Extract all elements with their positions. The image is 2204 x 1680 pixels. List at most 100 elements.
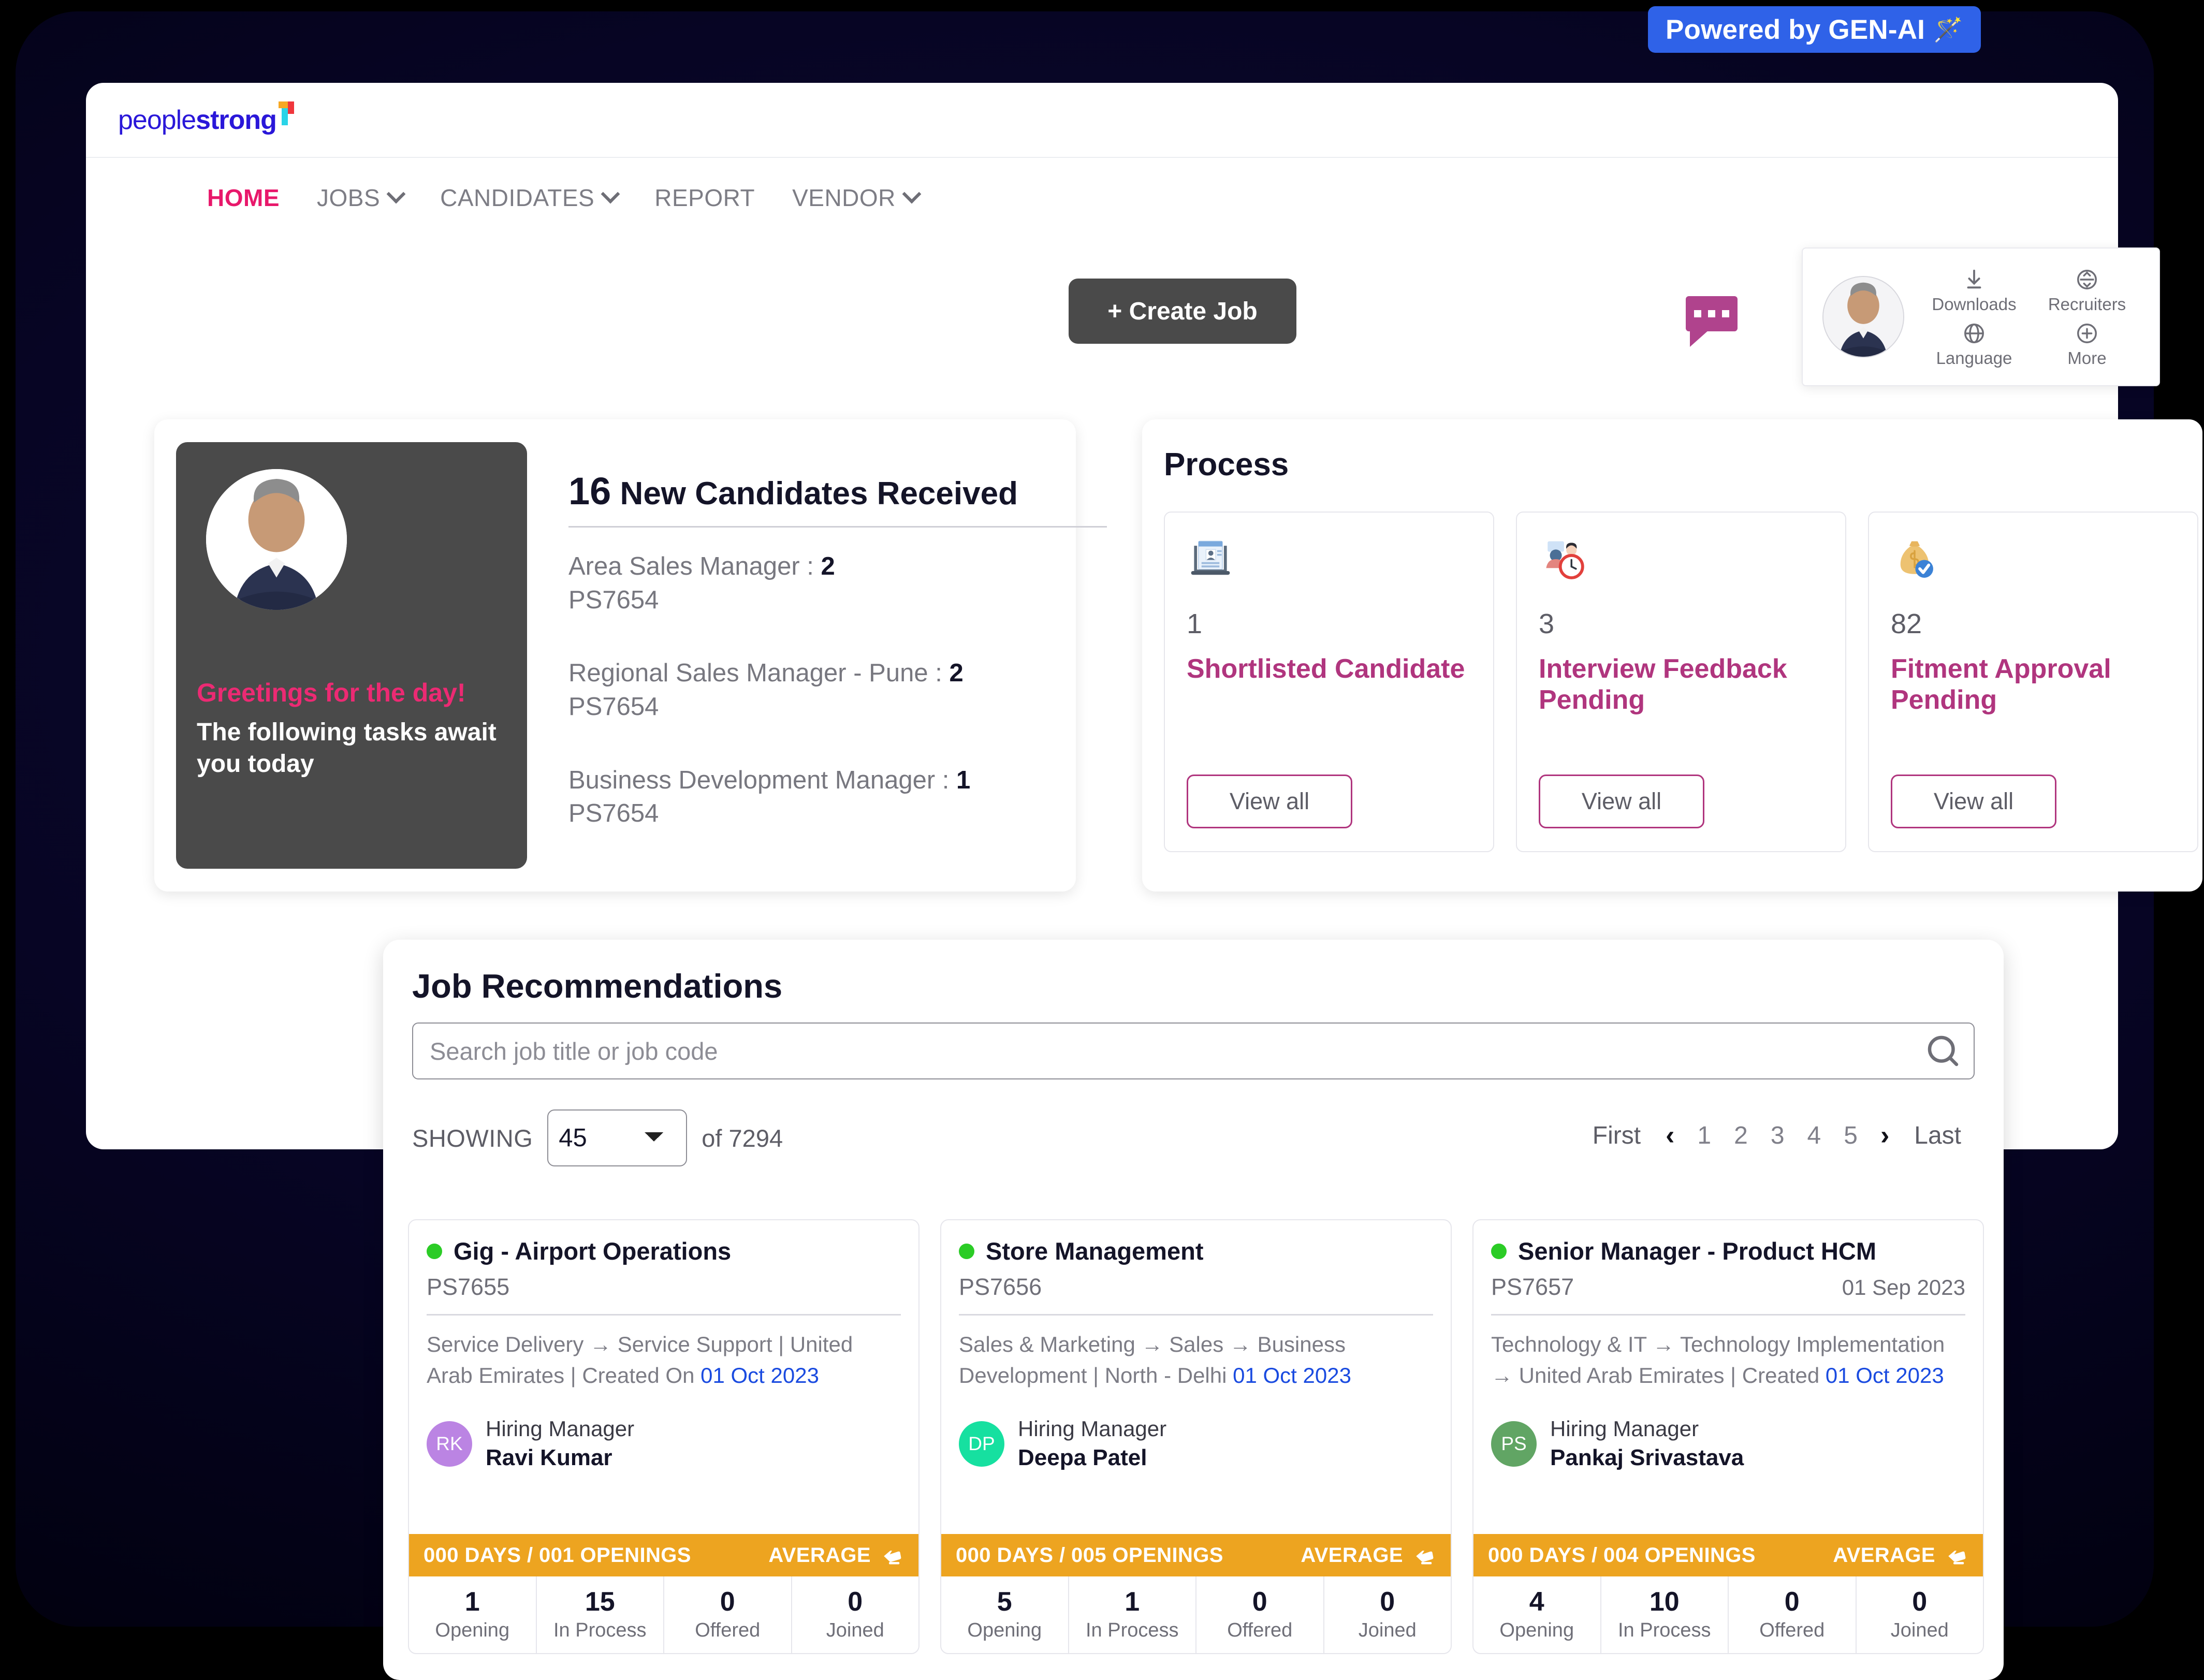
stat-value: 0 [1252, 1587, 1267, 1617]
page-title: Job Recommendations [412, 967, 783, 1005]
job-date-right: 01 Sep 2023 [1842, 1275, 1965, 1299]
candidate-role: Area Sales Manager : [568, 552, 821, 580]
create-job-button[interactable]: + Create Job [1069, 279, 1296, 344]
new-candidates-count: 16 [568, 470, 611, 513]
job-rating-label: AVERAGE [1833, 1543, 1935, 1567]
chevron-down-icon [386, 184, 406, 204]
stat-value: 0 [720, 1587, 735, 1617]
nav-item-report[interactable]: REPORT [654, 184, 755, 212]
job-meta: Sales & Marketing → Sales → Business Dev… [941, 1316, 1451, 1391]
job-title: Store Management [986, 1237, 1204, 1265]
process-tiles: 1 Shortlisted Candidate View all 3 Inter… [1164, 512, 2198, 852]
stat-label: Joined [1358, 1619, 1417, 1641]
stat-label: Opening [967, 1619, 1042, 1641]
pagination-first[interactable]: First [1579, 1121, 1654, 1150]
process-count: 1 [1187, 608, 1203, 639]
nav-items: HOME JOBS CANDIDATES REPORT VENDOR [207, 184, 956, 212]
profile-action-more[interactable]: More [2031, 319, 2143, 368]
greetings-panel: Greetings for the day! The following tas… [176, 442, 527, 869]
list-item[interactable]: Area Sales Manager : 2 PS7654 [568, 550, 1086, 617]
hiring-manager: PS Hiring Manager Pankaj Srivastava [1473, 1391, 1983, 1472]
app-window: people strong HOME JOBS CANDIDATES REPORT [86, 83, 2202, 1680]
chevron-down-icon [902, 184, 922, 204]
greeting-heading: Greetings for the day! [197, 678, 466, 707]
profile-action-label: Recruiters [2048, 295, 2126, 314]
job-days-openings: 000 DAYS / 001 OPENINGS [424, 1543, 691, 1567]
hiring-manager-name: Pankaj Srivastava [1550, 1444, 1744, 1470]
candidate-code: PS7654 [568, 586, 659, 614]
stat-value: 0 [1784, 1587, 1800, 1617]
nav-label-candidates: CANDIDATES [440, 184, 595, 211]
job-created-date: 01 Oct 2023 [700, 1363, 819, 1387]
job-card[interactable]: Store Management PS7656 Sales & Marketin… [940, 1219, 1452, 1654]
list-item[interactable]: Business Development Manager : 1 PS7654 [568, 764, 1086, 830]
pagination-page-3[interactable]: 3 [1759, 1121, 1796, 1150]
pagination-page-2[interactable]: 2 [1723, 1121, 1759, 1150]
view-all-button[interactable]: View all [1187, 775, 1352, 828]
new-candidates-list: Area Sales Manager : 2 PS7654 Regional S… [568, 550, 1086, 870]
pagination-page-1[interactable]: 1 [1686, 1121, 1723, 1150]
job-stat-opening: 1 Opening [409, 1576, 537, 1653]
stat-value: 1 [1125, 1587, 1140, 1617]
job-stat-joined: 0 Joined [792, 1576, 919, 1653]
profile-widget: Downloads Recruiters Language More [1802, 247, 2160, 386]
list-item[interactable]: Regional Sales Manager - Pune : 2 PS7654 [568, 656, 1086, 723]
status-dot-icon [427, 1243, 442, 1259]
nav-item-vendor[interactable]: VENDOR [792, 184, 922, 212]
search-icon[interactable] [1923, 1031, 1963, 1071]
process-title: Process [1164, 447, 1289, 483]
job-created-date: 01 Oct 2023 [1233, 1363, 1351, 1387]
new-candidates-label: New Candidates Received [620, 476, 1018, 512]
job-card[interactable]: Gig - Airport Operations PS7655 Service … [408, 1219, 919, 1654]
stat-value: 4 [1529, 1587, 1544, 1617]
chat-bubble-icon[interactable] [1686, 296, 1743, 347]
stat-label: Joined [1890, 1619, 1949, 1641]
profile-action-recruiters[interactable]: Recruiters [2031, 266, 2143, 314]
job-stat-opening: 4 Opening [1473, 1576, 1601, 1653]
nav-item-candidates[interactable]: CANDIDATES [440, 184, 620, 212]
job-stat-offered: 0 Offered [664, 1576, 792, 1653]
profile-action-downloads[interactable]: Downloads [1918, 266, 2031, 314]
pagination-next-icon[interactable]: › [1869, 1120, 1901, 1151]
job-rating-label: AVERAGE [1301, 1543, 1403, 1567]
job-card[interactable]: Senior Manager - Product HCM PS7657 01 S… [1472, 1219, 1984, 1654]
interview-clock-icon [1539, 535, 1823, 590]
hiring-manager-name: Deepa Patel [1018, 1444, 1147, 1470]
page-size-select[interactable]: 45 [547, 1109, 688, 1166]
job-rating-label: AVERAGE [768, 1543, 871, 1567]
chevron-down-icon [601, 184, 620, 204]
job-stat-joined: 0 Joined [1324, 1576, 1451, 1653]
nav-item-home[interactable]: HOME [207, 184, 280, 212]
total-count-label: of 7294 [702, 1124, 783, 1152]
pagination-page-5[interactable]: 5 [1832, 1121, 1869, 1150]
candidate-count: 2 [821, 552, 835, 580]
hiring-manager-label: Hiring Manager [1550, 1416, 1699, 1441]
job-stat-joined: 0 Joined [1857, 1576, 1983, 1653]
pagination-prev-icon[interactable]: ‹ [1654, 1120, 1686, 1151]
avatar[interactable] [1822, 276, 1904, 358]
logo-mark-icon [278, 101, 294, 125]
peoplestrong-logo[interactable]: people strong [118, 101, 294, 136]
nav-item-jobs[interactable]: JOBS [317, 184, 406, 212]
view-all-button[interactable]: View all [1891, 775, 2056, 828]
stat-value: 0 [848, 1587, 863, 1617]
process-card: Process 1 Shortlisted Candidate View all… [1142, 419, 2202, 892]
pagination: First ‹ 1 2 3 4 5 › Last [1579, 1120, 1975, 1151]
view-all-button[interactable]: View all [1539, 775, 1704, 828]
job-days-openings: 000 DAYS / 005 OPENINGS [956, 1543, 1223, 1567]
job-stat-offered: 0 Offered [1196, 1576, 1324, 1653]
divider [568, 526, 1107, 528]
nav-label-home: HOME [207, 184, 280, 211]
logo-text-light: people [118, 105, 196, 135]
candidate-count: 1 [956, 766, 971, 794]
profile-actions: Downloads Recruiters Language More [1904, 258, 2159, 375]
plus-circle-icon [2031, 319, 2143, 347]
job-status-bar: 000 DAYS / 001 OPENINGS AVERAGE [409, 1534, 918, 1576]
job-status-bar: 000 DAYS / 005 OPENINGS AVERAGE [941, 1534, 1451, 1576]
candidate-count: 2 [949, 659, 964, 688]
hand-gesture-icon [1416, 1551, 1434, 1565]
pagination-page-4[interactable]: 4 [1796, 1121, 1833, 1150]
pagination-last[interactable]: Last [1901, 1121, 1975, 1150]
profile-action-language[interactable]: Language [1918, 319, 2031, 368]
search-input[interactable] [412, 1022, 1975, 1079]
